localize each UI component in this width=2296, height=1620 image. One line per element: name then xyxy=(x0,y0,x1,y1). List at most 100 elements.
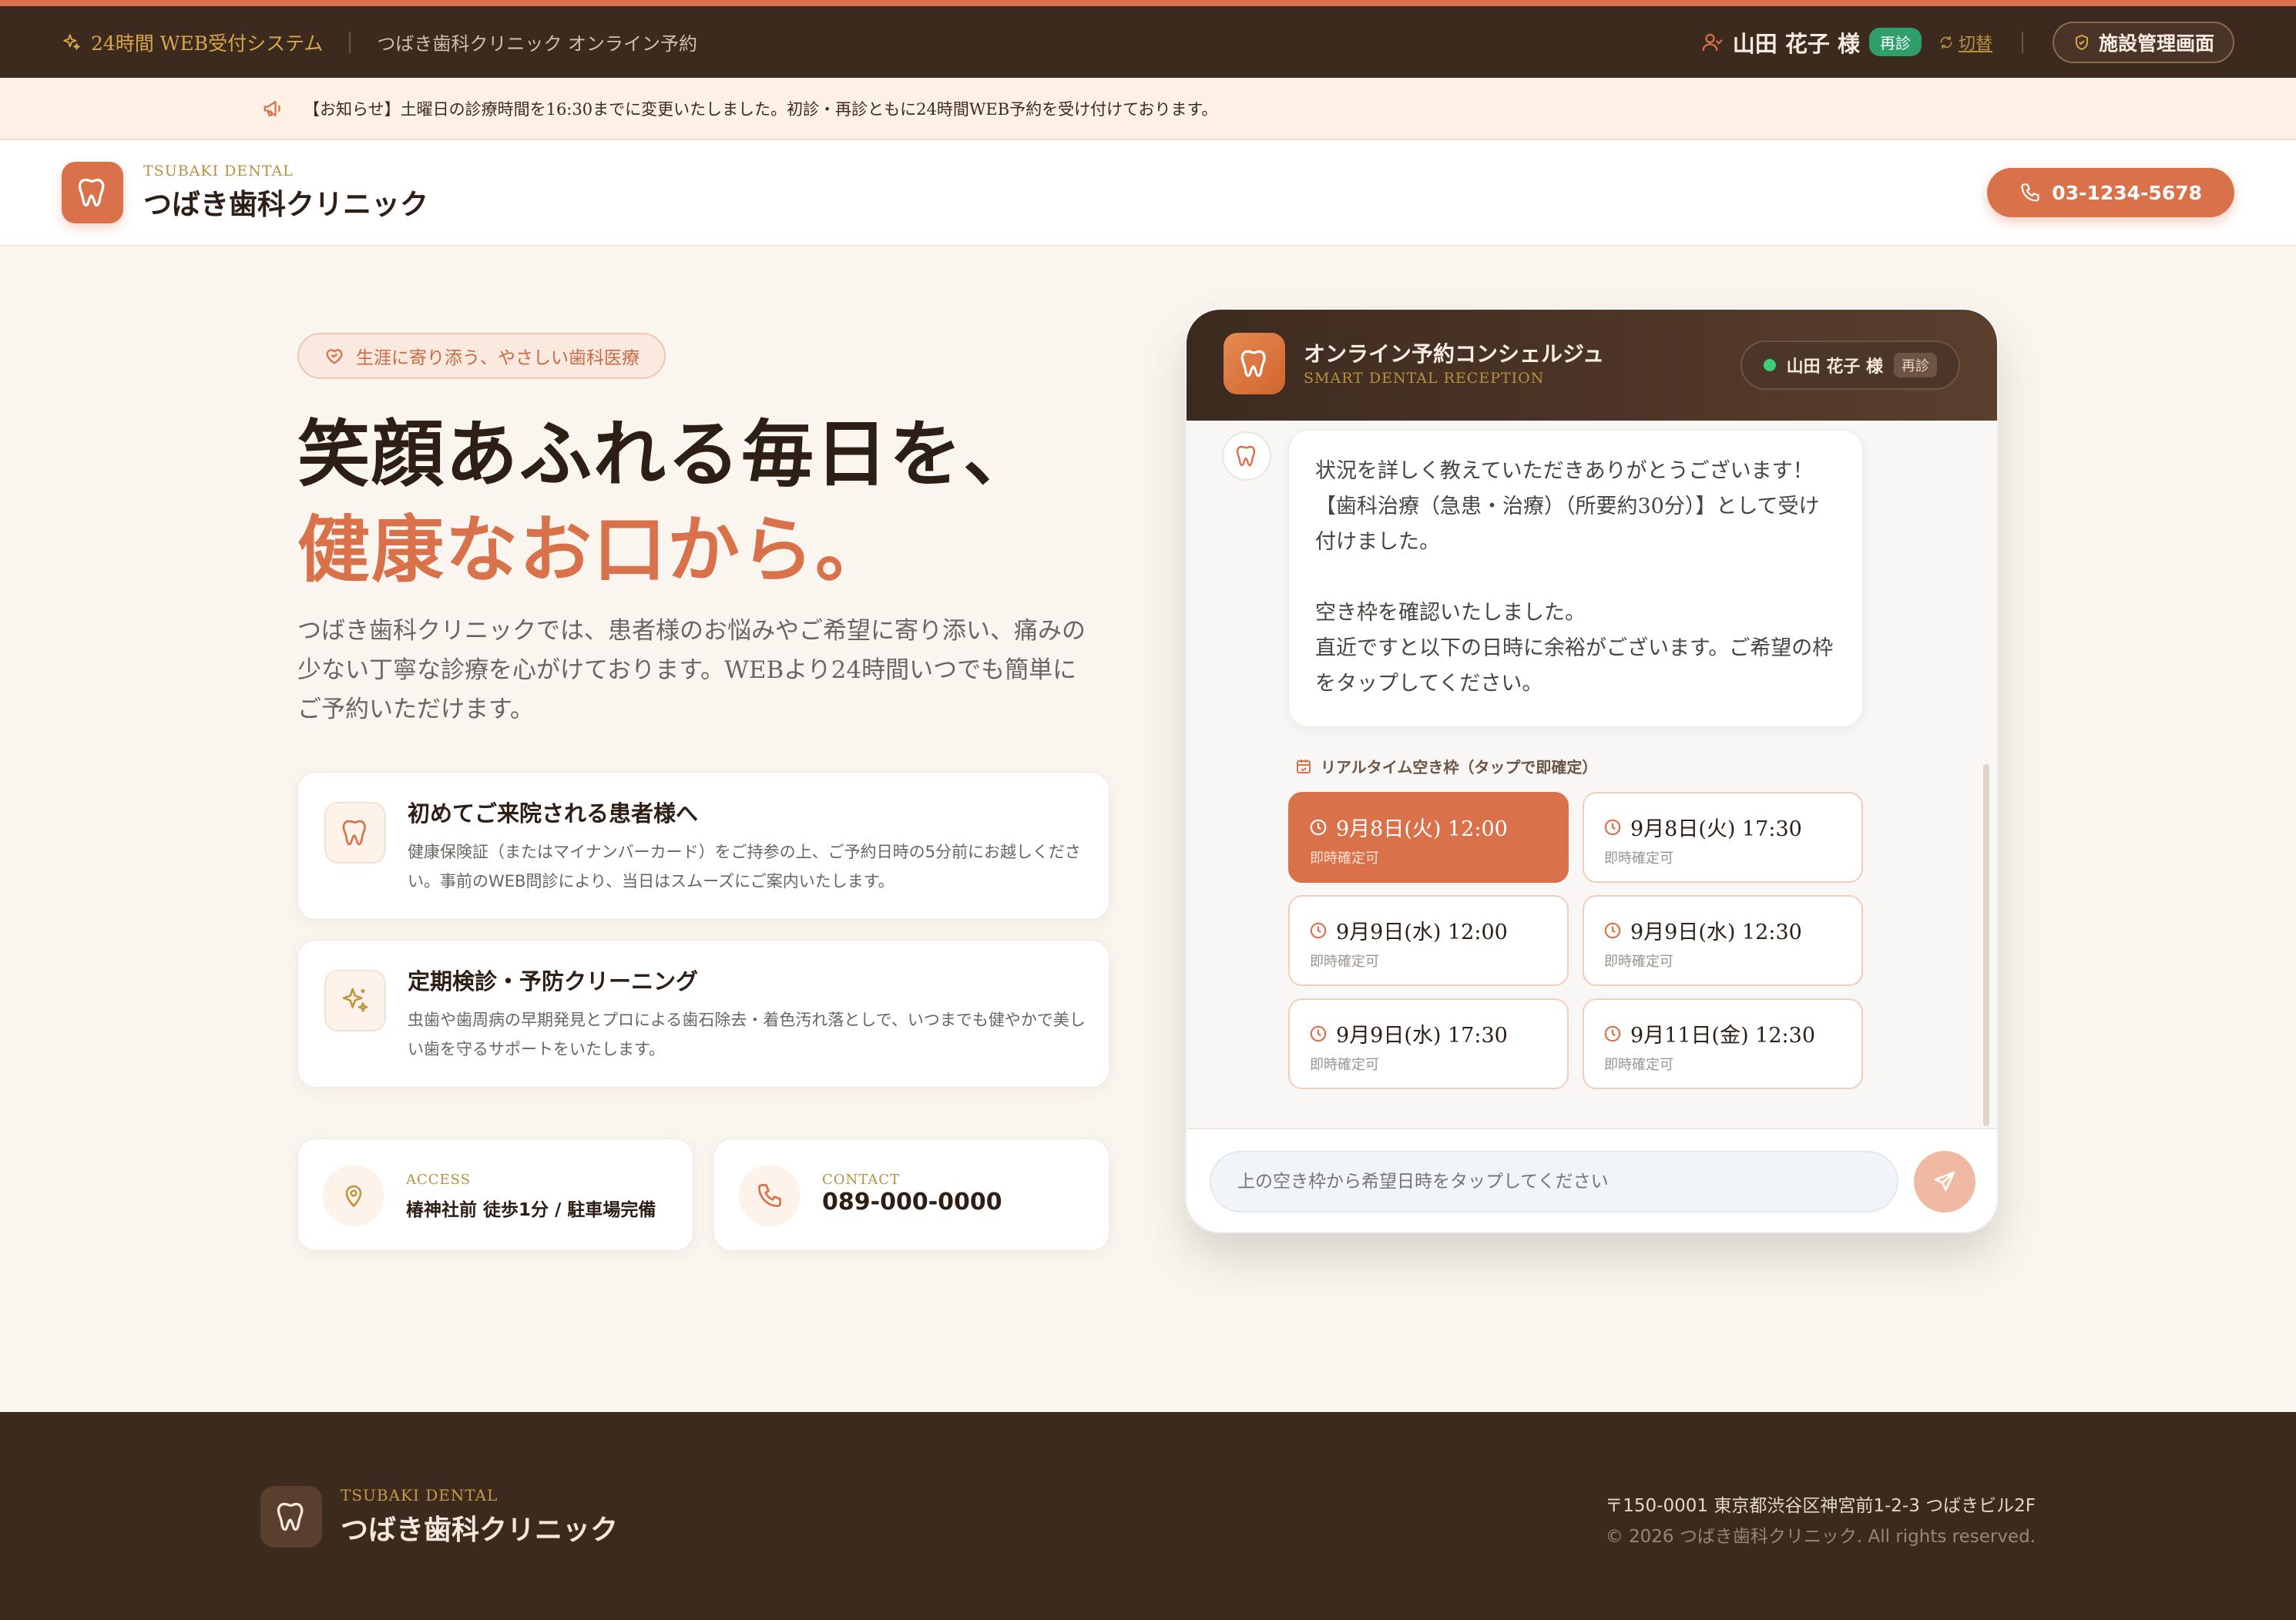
message-line: 【歯科治療（急患・治療）（所要約30分）】として受け付けました。 xyxy=(1315,495,1820,554)
footer-copyright: © 2026 つばき歯科クリニック. All rights reserved. xyxy=(1605,1527,2036,1547)
chat-user-name: 山田 花子 様 xyxy=(1786,357,1883,377)
slot-time: 9月8日(火) 12:00 xyxy=(1308,812,1508,842)
slot-time-label: 9月11日(金) 12:30 xyxy=(1630,1024,1815,1048)
chat-input[interactable] xyxy=(1210,1151,1898,1212)
chat-user-badge: 再診 xyxy=(1894,353,1937,377)
phone-icon xyxy=(739,1165,801,1226)
slots-header: リアルタイム空き枠（タップで即確定） xyxy=(1294,755,1597,777)
contact-label: CONTACT xyxy=(822,1172,901,1188)
send-icon xyxy=(1932,1169,1957,1194)
site-footer: TSUBAKI DENTAL つばき歯科クリニック 〒150-0001 東京都渋… xyxy=(0,1412,2296,1620)
clinic-subtitle: つばき歯科クリニック オンライン予約 xyxy=(377,33,697,55)
footer-logo-ja: つばき歯科クリニック xyxy=(341,1514,619,1546)
logo-en: TSUBAKI DENTAL xyxy=(143,163,294,179)
admin-button-label: 施設管理画面 xyxy=(2098,32,2214,55)
phone-number: 03-1234-5678 xyxy=(2052,181,2202,204)
chat-scrollbar[interactable] xyxy=(1983,764,1989,1126)
slot-sub-label: 即時確定可 xyxy=(1310,954,1379,970)
switch-label: 切替 xyxy=(1958,34,1992,54)
slot-time: 9月9日(水) 12:30 xyxy=(1603,915,1802,945)
tooth-icon xyxy=(324,802,386,864)
message-line: 空き枠を確認いたしました。 xyxy=(1315,601,1586,625)
switch-user-link[interactable]: 切替 xyxy=(1939,30,1992,55)
divider xyxy=(349,31,351,53)
time-slot-button[interactable]: 9月9日(水) 17:30 即時確定可 xyxy=(1288,998,1569,1089)
clock-icon xyxy=(1308,921,1328,941)
calendar-icon xyxy=(1294,757,1313,776)
tooth-icon xyxy=(1224,333,1285,394)
message-line: 状況を詳しく教えていただきありがとうございます！ xyxy=(1315,459,1814,483)
user-status-badge: 再診 xyxy=(1868,28,1922,56)
time-slot-button[interactable]: 9月9日(水) 12:30 即時確定可 xyxy=(1583,895,1863,986)
slot-sub-label: 即時確定可 xyxy=(1310,850,1379,867)
system-label-group: 24時間 WEB受付システム xyxy=(62,29,323,56)
hero-lead: つばき歯科クリニックでは、患者様のお悩みやご希望に寄り添い、痛みの少ない丁寧な診… xyxy=(297,617,1086,723)
access-card: ACCESS 椿神社前 徒歩1分 / 駐車場完備 xyxy=(297,1139,693,1251)
refresh-icon xyxy=(1939,35,1954,50)
sparkles-icon xyxy=(62,32,82,52)
slot-sub-label: 即時確定可 xyxy=(1310,1057,1379,1073)
clock-icon xyxy=(1308,817,1328,837)
access-label: ACCESS xyxy=(406,1172,472,1188)
slot-time-label: 9月9日(水) 17:30 xyxy=(1336,1024,1508,1048)
phone-button[interactable]: 03-1234-5678 xyxy=(1987,168,2234,217)
time-slot-button[interactable]: 9月11日(金) 12:30 即時確定可 xyxy=(1583,998,1863,1089)
slot-sub-label: 即時確定可 xyxy=(1604,954,1673,970)
clock-icon xyxy=(1308,1024,1328,1044)
chat-header: オンライン予約コンシェルジュ SMART DENTAL RECEPTION 山田… xyxy=(1187,310,1997,421)
feature-title: 初めてご来院される患者様へ xyxy=(408,800,699,827)
tagline-text: 生涯に寄り添う、やさしい歯科医療 xyxy=(356,348,639,368)
time-slot-button[interactable]: 9月8日(火) 17:30 即時確定可 xyxy=(1583,792,1863,883)
footer-logo-en: TSUBAKI DENTAL xyxy=(341,1486,498,1504)
slot-sub-label: 即時確定可 xyxy=(1604,1057,1673,1073)
phone-icon xyxy=(2019,182,2041,203)
slot-time: 9月11日(金) 12:30 xyxy=(1603,1018,1815,1048)
hero-title-line1: 笑顔あふれる毎日を、 xyxy=(297,412,1038,497)
user-info: 山田 花子 様 再診 xyxy=(1700,26,1922,59)
online-status-dot xyxy=(1763,359,1776,371)
system-label: 24時間 WEB受付システム xyxy=(91,32,324,55)
time-slot-button[interactable]: 9月9日(水) 12:00 即時確定可 xyxy=(1288,895,1569,986)
slot-time-label: 9月9日(水) 12:30 xyxy=(1630,921,1802,944)
slot-time: 9月9日(水) 12:00 xyxy=(1308,915,1508,945)
notice-text: 【お知らせ】土曜日の診療時間を16:30までに変更いたしました。初診・再診ともに… xyxy=(304,99,1218,119)
site-logo[interactable]: TSUBAKI DENTAL つばき歯科クリニック xyxy=(143,163,428,223)
bot-message-bubble: 状況を詳しく教えていただきありがとうございます！ 【歯科治療（急患・治療）（所要… xyxy=(1288,430,1863,727)
site-header: TSUBAKI DENTAL つばき歯科クリニック 03-1234-5678 xyxy=(0,140,2296,247)
tooth-icon xyxy=(1222,431,1271,481)
slot-time-label: 9月9日(水) 12:00 xyxy=(1336,921,1508,944)
heart-icon xyxy=(324,345,345,367)
chat-footer xyxy=(1187,1128,1997,1233)
contact-value[interactable]: 089-000-0000 xyxy=(822,1189,1002,1216)
map-pin-icon xyxy=(323,1165,384,1226)
chat-title: オンライン予約コンシェルジュ xyxy=(1304,341,1605,367)
feature-card-checkup: 定期検診・予防クリーニング 虫歯や歯周病の早期発見とプロによる歯石除去・着色汚れ… xyxy=(297,940,1109,1088)
user-icon xyxy=(1700,31,1724,54)
notice-bar: 【お知らせ】土曜日の診療時間を16:30までに変更いたしました。初診・再診ともに… xyxy=(0,78,2296,140)
divider xyxy=(2021,31,2023,53)
send-button[interactable] xyxy=(1914,1151,1975,1212)
hero-title: 笑顔あふれる毎日を、 健康なお口から。 xyxy=(297,407,1037,598)
chat-user-pill: 山田 花子 様 再診 xyxy=(1740,340,1960,390)
feature-desc: 虫歯や歯周病の早期発見とプロによる歯石除去・着色汚れ落としで、いつまでも健やかで… xyxy=(408,1011,1086,1058)
contact-card: CONTACT 089-000-0000 xyxy=(713,1139,1109,1251)
time-slot-button[interactable]: 9月8日(火) 12:00 即時確定可 xyxy=(1288,792,1569,883)
chat-subtitle: SMART DENTAL RECEPTION xyxy=(1304,370,1545,387)
slot-sub-label: 即時確定可 xyxy=(1604,850,1673,867)
footer-address: 〒150-0001 東京都渋谷区神宮前1-2-3 つばきビル2F xyxy=(1605,1496,2036,1516)
tagline-badge: 生涯に寄り添う、やさしい歯科医療 xyxy=(297,333,666,379)
tooth-icon[interactable] xyxy=(62,162,123,223)
slot-time: 9月9日(水) 17:30 xyxy=(1308,1018,1508,1048)
clock-icon xyxy=(1603,921,1623,941)
feature-desc: 健康保険証（またはマイナンバーカード）をご持参の上、ご予約日時の5分前にお越しく… xyxy=(408,843,1081,890)
chat-widget: オンライン予約コンシェルジュ SMART DENTAL RECEPTION 山田… xyxy=(1187,310,1997,1233)
admin-button[interactable]: 施設管理画面 xyxy=(2052,21,2234,63)
user-name: 山田 花子 様 xyxy=(1732,30,1860,57)
slot-time: 9月8日(火) 17:30 xyxy=(1603,812,1802,842)
megaphone-icon xyxy=(262,97,285,120)
clock-icon xyxy=(1603,817,1623,837)
sparkles-icon xyxy=(324,970,386,1031)
message-line: 直近ですと以下の日時に余裕がございます。ご希望の枠をタップしてください。 xyxy=(1315,636,1834,696)
feature-card-first-visit: 初めてご来院される患者様へ 健康保険証（またはマイナンバーカード）をご持参の上、… xyxy=(297,772,1109,920)
